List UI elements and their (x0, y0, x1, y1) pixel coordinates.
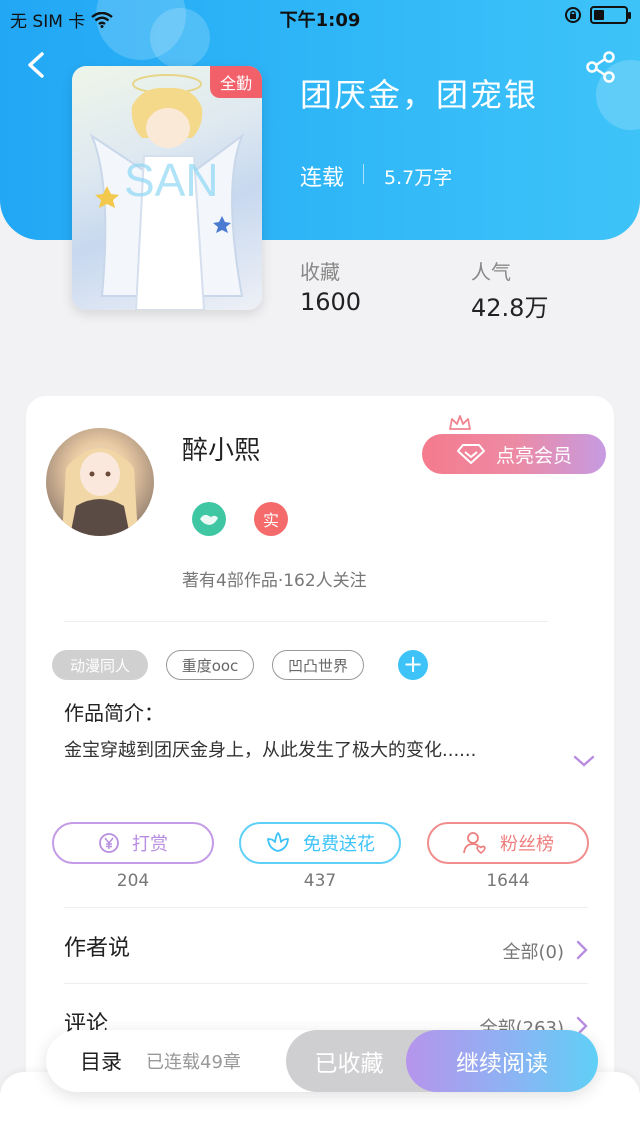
divider (64, 907, 588, 908)
tag-anime-fanfic[interactable]: 动漫同人 (52, 650, 148, 680)
fan-ranking-button[interactable]: 粉丝榜 (427, 822, 589, 864)
send-flower-button[interactable]: 免费送花 (239, 822, 401, 864)
avatar-illustration (62, 448, 138, 536)
tip-label: 打赏 (132, 834, 168, 855)
back-icon[interactable] (20, 48, 54, 82)
book-status: 连载 (300, 166, 345, 191)
book-word-count: 5.7万字 (384, 167, 453, 189)
book-cover[interactable]: SAN 全勤 (72, 66, 262, 310)
tag-heavy-ooc[interactable]: 重度ooc (166, 650, 254, 680)
status-right-group (564, 6, 631, 24)
intro-text: 金宝穿越到团厌金身上，从此发生了极大的变化...... (64, 740, 477, 761)
author-notes-all-link[interactable]: 全部(0) (503, 938, 565, 964)
chevron-right-icon[interactable] (574, 939, 590, 961)
share-icon[interactable] (584, 50, 618, 84)
author-avatar[interactable] (46, 428, 154, 536)
send-flower-label: 免费送花 (303, 834, 375, 855)
favorites-value: 1600 (300, 288, 362, 316)
status-bar: 无 SIM 卡 下午1:09 (0, 0, 640, 34)
chapter-count[interactable]: 已连载49章 (146, 1048, 241, 1074)
collected-label: 已收藏 (314, 1051, 384, 1077)
yen-coin-icon (99, 833, 119, 853)
status-divider (363, 164, 364, 184)
tag-aotu-world[interactable]: 凹凸世界 (272, 650, 364, 680)
popularity-value: 42.8万 (471, 294, 549, 322)
fan-ranking-label: 粉丝榜 (500, 834, 554, 855)
intro-title: 作品简介： (64, 701, 164, 725)
divider (64, 983, 588, 984)
author-notes-label[interactable]: 作者说 (64, 930, 130, 962)
user-heart-icon (463, 832, 486, 855)
svg-text:SAN: SAN (124, 154, 219, 206)
diamond-icon (456, 444, 485, 464)
divider (64, 621, 548, 622)
verified-badge[interactable]: 实 (254, 502, 288, 536)
crown-icon (449, 415, 471, 430)
continue-reading-label: 继续阅读 (456, 1051, 548, 1077)
popularity-label: 人气 (471, 260, 511, 284)
book-title: 团厌金，团宠银 (300, 76, 539, 114)
add-tag-button[interactable]: + (398, 650, 428, 680)
table-of-contents-button[interactable]: 目录 (80, 1046, 122, 1076)
favorites-label: 收藏 (300, 260, 340, 284)
flower-count: 437 (303, 871, 337, 891)
cover-illustration: SAN (89, 74, 245, 310)
vip-button-label: 点亮会员 (495, 444, 572, 467)
tip-count: 204 (116, 871, 150, 891)
continue-reading-button[interactable]: 继续阅读 (406, 1030, 598, 1092)
author-meta: 著有4部作品·162人关注 (182, 571, 367, 591)
author-name[interactable]: 醉小熙 (182, 430, 260, 467)
author-level-badge[interactable] (192, 502, 226, 536)
tip-button[interactable]: 打赏 (52, 822, 214, 864)
handshake-icon (200, 514, 218, 525)
fan-count: 1644 (486, 871, 530, 891)
battery-icon (590, 6, 631, 24)
chevron-down-icon[interactable] (572, 752, 596, 770)
rotation-lock-icon (565, 7, 581, 23)
activate-vip-button[interactable]: 点亮会员 (422, 434, 606, 474)
flower-icon (267, 832, 289, 852)
status-time: 下午1:09 (279, 10, 361, 31)
perfect-attendance-badge: 全勤 (209, 66, 262, 98)
